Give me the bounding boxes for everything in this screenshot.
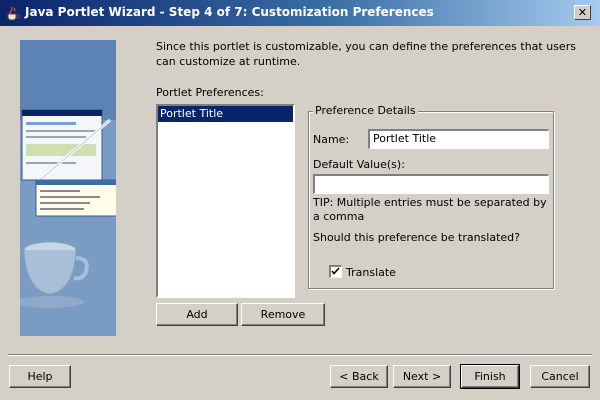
name-field[interactable]: Portlet Title [368, 129, 549, 149]
wizard-side-graphic [20, 40, 116, 336]
remove-button[interactable]: Remove [241, 303, 325, 326]
name-label: Name: [313, 133, 350, 146]
default-values-field[interactable] [313, 174, 549, 194]
window-title: Java Portlet Wizard - Step 4 of 7: Custo… [25, 5, 434, 19]
title-bar[interactable]: Java Portlet Wizard - Step 4 of 7: Custo… [0, 0, 600, 26]
portlet-preferences-label: Portlet Preferences: [156, 86, 264, 99]
add-button[interactable]: Add [156, 303, 238, 326]
finish-button[interactable]: Finish [460, 364, 520, 389]
tip-text: TIP: Multiple entries must be separated … [313, 196, 547, 223]
wizard-dialog: Java Portlet Wizard - Step 4 of 7: Custo… [0, 0, 600, 400]
intro-description: Since this portlet is customizable, you … [156, 40, 576, 68]
translate-checkbox[interactable] [329, 265, 342, 278]
preference-details-legend: Preference Details [313, 104, 418, 117]
back-button[interactable]: < Back [330, 365, 388, 388]
cancel-button[interactable]: Cancel [530, 365, 590, 388]
preferences-listbox[interactable]: Portlet Title [156, 104, 295, 298]
checkmark-icon [331, 267, 340, 275]
list-item[interactable]: Portlet Title [158, 106, 293, 122]
java-cup-icon [5, 5, 21, 21]
help-button[interactable]: Help [9, 365, 71, 388]
footer-separator [8, 354, 592, 356]
translate-label[interactable]: Translate [346, 266, 396, 279]
translate-question: Should this preference be translated? [313, 231, 520, 244]
next-button[interactable]: Next > [393, 365, 451, 388]
default-values-label: Default Value(s): [313, 158, 405, 171]
close-button[interactable]: ✕ [574, 5, 591, 20]
